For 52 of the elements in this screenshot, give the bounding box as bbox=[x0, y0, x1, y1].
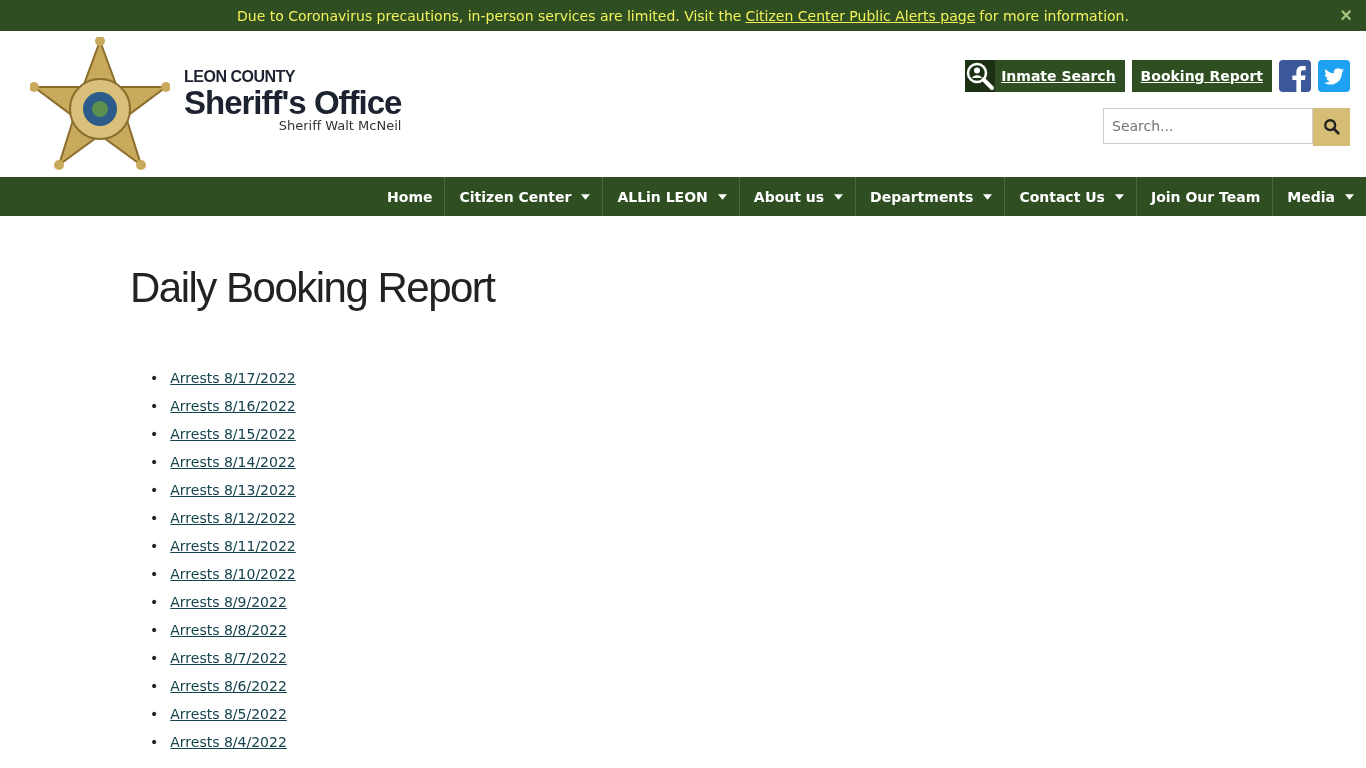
nav-item[interactable]: Departments bbox=[855, 177, 1005, 216]
bullet: • bbox=[150, 706, 159, 722]
bullet: • bbox=[150, 426, 159, 442]
nav-item[interactable]: Join Our Team bbox=[1135, 177, 1273, 216]
alerts-link[interactable]: Citizen Center Public Alerts page bbox=[745, 7, 976, 24]
bullet: • bbox=[150, 510, 159, 526]
bullet: • bbox=[150, 398, 159, 414]
report-link[interactable]: Arrests 8/6/2022 bbox=[170, 678, 287, 694]
report-link[interactable]: Arrests 8/11/2022 bbox=[170, 538, 296, 554]
report-link[interactable]: Arrests 8/9/2022 bbox=[170, 594, 287, 610]
bullet: • bbox=[150, 622, 159, 638]
search-field[interactable]: Search... bbox=[1103, 108, 1313, 144]
office-name: Sheriff's Office bbox=[184, 85, 402, 120]
alert-text: Due to Coronavirus precautions, in-person services are limited. Visit the bbox=[237, 7, 742, 24]
nav-item[interactable]: Media bbox=[1272, 177, 1366, 216]
report-link[interactable]: Arrests 8/4/2022 bbox=[170, 734, 287, 750]
report-link[interactable]: Arrests 8/12/2022 bbox=[170, 510, 296, 526]
bullet: • bbox=[150, 594, 159, 610]
bullet: • bbox=[150, 454, 159, 470]
sheriff-name: Sheriff Walt McNeil bbox=[278, 117, 402, 133]
magnifier-person-icon bbox=[965, 60, 996, 92]
bullet: • bbox=[150, 482, 159, 498]
bullet: • bbox=[150, 566, 159, 582]
report-link[interactable]: Arrests 8/17/2022 bbox=[170, 370, 296, 386]
report-link[interactable]: Arrests 8/7/2022 bbox=[170, 650, 287, 666]
alert-text: for more information. bbox=[979, 7, 1129, 24]
report-link[interactable]: Arrests 8/14/2022 bbox=[170, 454, 296, 470]
nav-item[interactable]: Home bbox=[373, 177, 445, 216]
twitter-icon[interactable] bbox=[1318, 60, 1350, 92]
bullet: • bbox=[150, 650, 159, 666]
report-link[interactable]: Arrests 8/10/2022 bbox=[170, 566, 296, 582]
bullet: • bbox=[150, 370, 159, 386]
nav-item[interactable]: Citizen Center bbox=[444, 177, 603, 216]
search-button[interactable] bbox=[1313, 108, 1350, 146]
bullet: • bbox=[150, 538, 159, 554]
booking-report-link[interactable]: Booking Report bbox=[1131, 60, 1272, 92]
close-button[interactable]: × bbox=[1336, 4, 1356, 26]
report-link[interactable]: Arrests 8/8/2022 bbox=[170, 622, 287, 638]
report-link[interactable]: Arrests 8/13/2022 bbox=[170, 482, 296, 498]
report-link[interactable]: Arrests 8/15/2022 bbox=[170, 426, 296, 442]
report-link[interactable]: Arrests 8/5/2022 bbox=[170, 706, 287, 722]
bullet: • bbox=[150, 734, 159, 750]
bullet: • bbox=[150, 678, 159, 694]
report-link[interactable]: Arrests 8/16/2022 bbox=[170, 398, 296, 414]
nav-item[interactable]: About us bbox=[738, 177, 856, 216]
inmate-search-link[interactable]: Inmate Search bbox=[965, 60, 1125, 92]
nav-item[interactable]: Contact Us bbox=[1004, 177, 1136, 216]
page-title: Daily Booking Report bbox=[130, 264, 497, 312]
county-name: LEON COUNTY bbox=[184, 67, 295, 86]
nav-item[interactable]: ALLin LEON bbox=[602, 177, 739, 216]
facebook-icon[interactable] bbox=[1279, 60, 1311, 92]
search-icon bbox=[1322, 118, 1341, 136]
